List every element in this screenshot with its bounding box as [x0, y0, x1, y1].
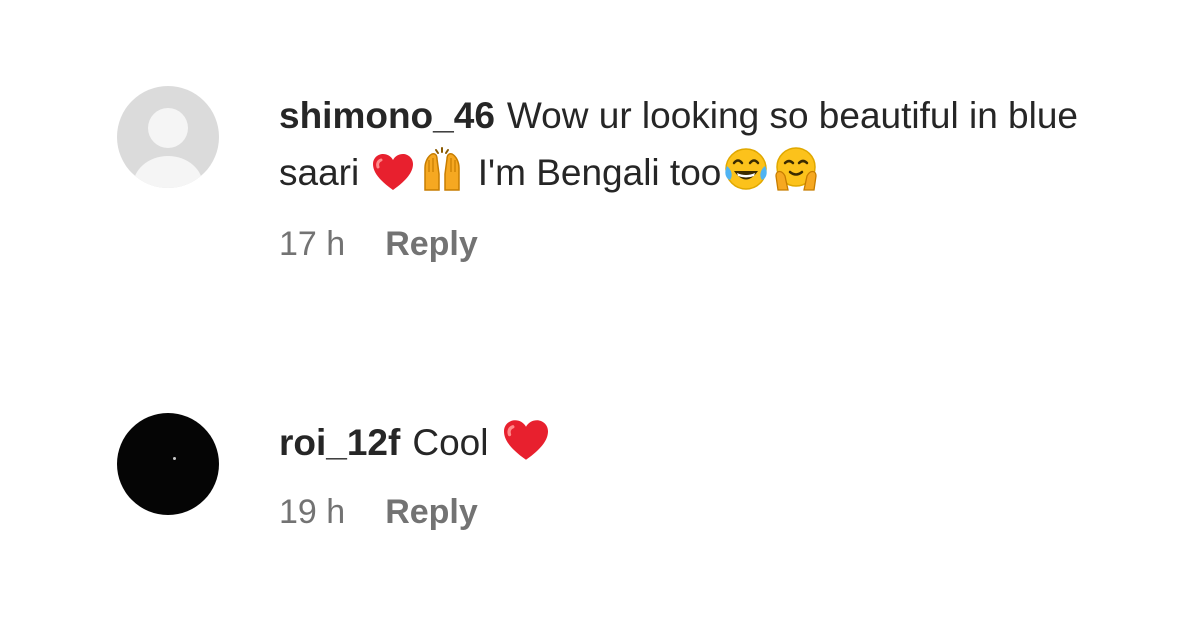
comment-text: shimono_46 Wow ur looking so beautiful in…	[279, 87, 1079, 201]
reply-button[interactable]: Reply	[385, 493, 478, 532]
comment-message-part2: I'm Bengali too	[467, 152, 722, 193]
comment-item: roi_12f Cool 19 h Reply	[117, 413, 1140, 532]
avatar[interactable]	[117, 86, 219, 188]
avatar-dot	[173, 457, 176, 460]
comment-text: roi_12f Cool	[279, 414, 1079, 471]
red-heart-icon	[371, 152, 415, 192]
raising-hands-icon	[419, 146, 465, 192]
red-heart-icon	[501, 418, 551, 462]
reply-button[interactable]: Reply	[385, 225, 478, 264]
comment-meta: 19 h Reply	[279, 493, 1140, 532]
comment-item: shimono_46 Wow ur looking so beautiful in…	[117, 86, 1140, 264]
comment-body: roi_12f Cool 19 h Reply	[279, 413, 1140, 532]
avatar-head-shape	[148, 108, 188, 148]
comment-body: shimono_46 Wow ur looking so beautiful in…	[279, 86, 1140, 264]
comment-timestamp: 17 h	[279, 225, 346, 263]
comment-username[interactable]: shimono_46	[279, 95, 495, 136]
comment-username[interactable]: roi_12f	[279, 422, 400, 463]
comment-timestamp: 19 h	[279, 493, 346, 531]
avatar-body-shape	[133, 156, 203, 188]
face-with-tears-of-joy-icon	[723, 146, 769, 192]
comments-list: shimono_46 Wow ur looking so beautiful in…	[0, 0, 1200, 628]
avatar[interactable]	[117, 413, 219, 515]
comment-meta: 17 h Reply	[279, 225, 1140, 264]
comment-message-part1: Cool	[412, 422, 489, 463]
smiling-face-with-open-hands-icon	[773, 146, 819, 192]
